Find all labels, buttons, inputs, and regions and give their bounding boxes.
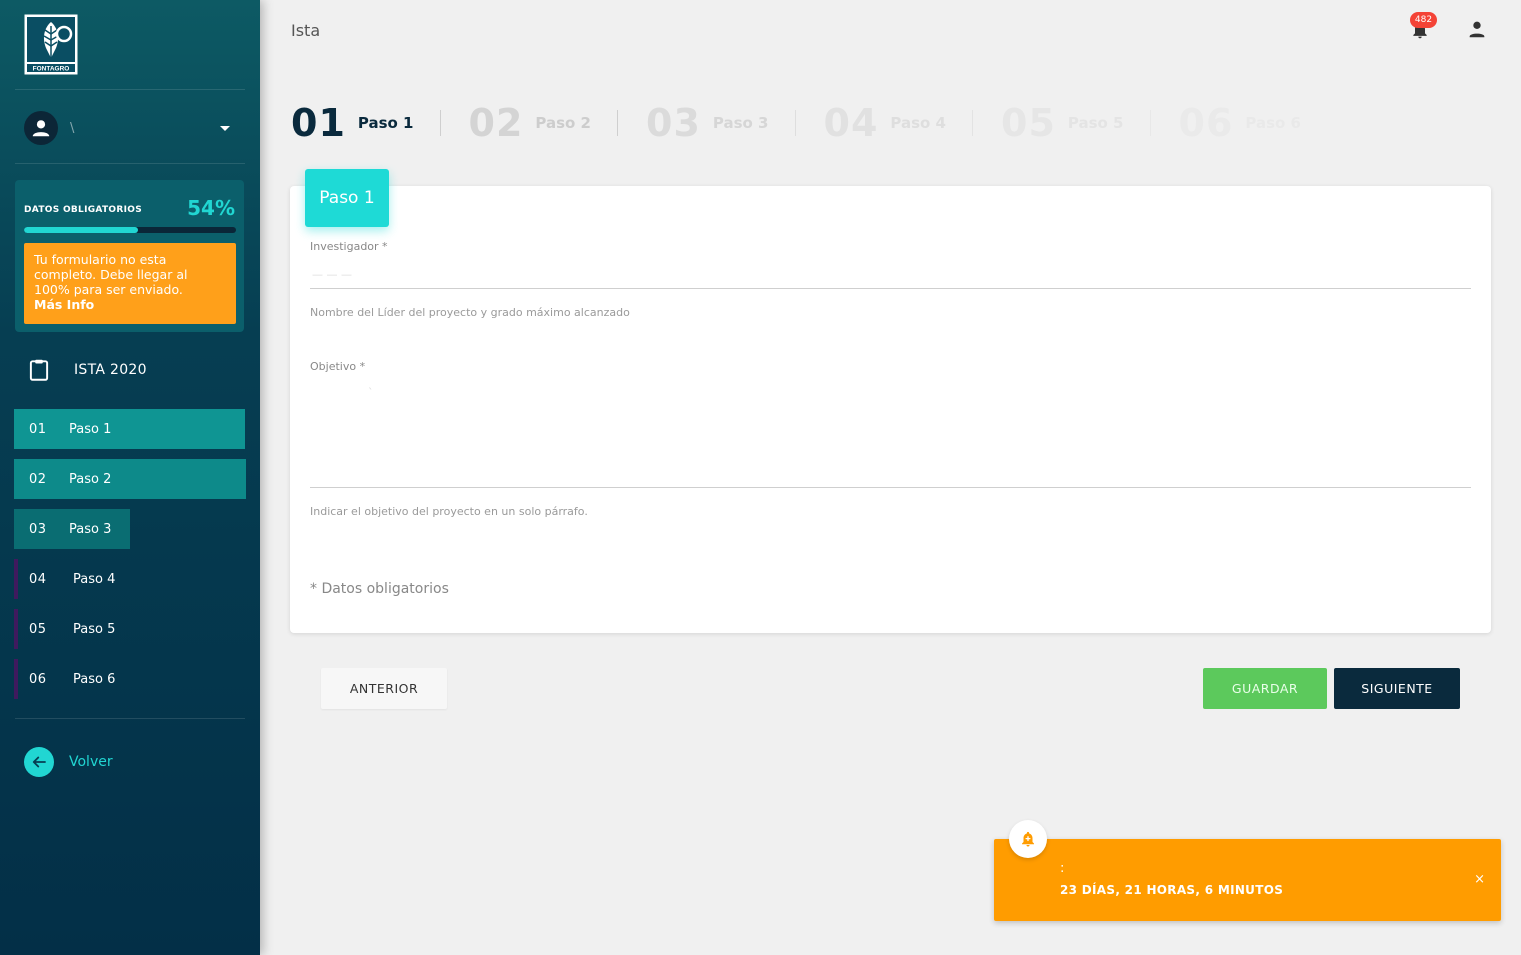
toast-message: 23 DÍAS, 21 HORAS, 6 MINUTOS	[1060, 883, 1284, 897]
deadline-toast: : 23 DÍAS, 21 HORAS, 6 MINUTOS ×	[994, 839, 1501, 921]
caret-down-icon[interactable]	[220, 125, 230, 131]
next-button[interactable]: SIGUIENTE	[1334, 668, 1460, 709]
stepper-step-1[interactable]: 01 Paso 1	[291, 101, 414, 145]
stepper-label: Paso 4	[890, 114, 946, 132]
sidebar-step-6[interactable]: 06 Paso 6	[14, 659, 214, 699]
project-label: ISTA 2020	[74, 362, 147, 378]
close-icon[interactable]: ×	[1474, 872, 1485, 887]
step-label: Paso 1	[69, 421, 112, 437]
more-info-link[interactable]: Más Info	[34, 297, 226, 312]
sidebar-step-2[interactable]: 02 Paso 2	[14, 459, 246, 499]
investigador-help: Nombre del Líder del proyecto y grado má…	[310, 306, 630, 319]
bell-plus-icon	[1009, 820, 1047, 858]
project-item[interactable]: ISTA 2020	[26, 357, 147, 383]
form-card	[290, 186, 1491, 633]
stepper-step-6[interactable]: 06 Paso 6	[1179, 101, 1302, 145]
stepper-step-4[interactable]: 04 Paso 4	[824, 101, 947, 145]
stepper-label: Paso 6	[1245, 114, 1301, 132]
page-title: Ista	[291, 21, 321, 40]
investigador-underline	[310, 288, 1471, 289]
warning-text: Tu formulario no esta completo. Debe lle…	[34, 252, 188, 297]
step-label: Paso 5	[73, 621, 116, 637]
stepper-label: Paso 3	[712, 114, 769, 132]
progress-bar-fill	[24, 227, 139, 233]
stepper-divider	[439, 110, 441, 136]
stepper-label: Paso 2	[535, 114, 591, 132]
stepper-number: 04	[823, 101, 879, 145]
sidebar-step-3[interactable]: 03 Paso 3	[14, 509, 130, 549]
stepper-step-3[interactable]: 03 Paso 3	[646, 101, 769, 145]
notification-badge: 482	[1410, 12, 1437, 28]
stepper-step-2[interactable]: 02 Paso 2	[469, 101, 592, 145]
objetivo-textarea[interactable]: `	[368, 386, 374, 399]
user-icon[interactable]	[1466, 18, 1488, 40]
required-note: * Datos obligatorios	[310, 581, 449, 597]
objetivo-label: Objetivo *	[310, 360, 366, 373]
sidebar-divider	[15, 89, 245, 90]
avatar	[24, 111, 58, 145]
form-card-tab: Paso 1	[305, 169, 389, 227]
fontagro-logo[interactable]: FONTAGRO	[24, 14, 78, 75]
step-label: Paso 4	[73, 571, 116, 587]
previous-button[interactable]: ANTERIOR	[321, 668, 447, 709]
step-label: Paso 2	[69, 471, 112, 487]
stepper-divider	[794, 110, 796, 136]
incomplete-warning: Tu formulario no esta completo. Debe lle…	[24, 243, 236, 324]
objetivo-help: Indicar el objetivo del proyecto en un s…	[310, 505, 588, 518]
investigador-input[interactable]: — — —	[312, 268, 352, 281]
progress-card: DATOS OBLIGATORIOS 54% Tu formulario no …	[15, 180, 244, 332]
step-number: 01	[29, 421, 47, 437]
sidebar-step-4[interactable]: 04 Paso 4	[14, 559, 214, 599]
sidebar-divider	[15, 718, 245, 719]
user-name: \	[70, 120, 75, 136]
stepper-divider	[972, 110, 973, 136]
objetivo-underline	[310, 487, 1471, 488]
step-label: Paso 6	[73, 671, 116, 687]
back-button[interactable]: Volver	[24, 747, 113, 777]
stepper-number: 02	[468, 101, 524, 145]
back-label: Volver	[69, 754, 113, 770]
step-number: 06	[29, 671, 47, 687]
user-menu[interactable]: \	[24, 110, 236, 146]
toast-title: :	[1060, 861, 1065, 876]
progress-label: DATOS OBLIGATORIOS	[24, 205, 142, 215]
save-button[interactable]: GUARDAR	[1203, 668, 1327, 709]
stepper-label: Paso 5	[1067, 114, 1124, 132]
user-avatar-icon	[32, 120, 50, 137]
step-number: 04	[29, 571, 47, 587]
step-label: Paso 3	[69, 521, 112, 537]
stepper-number: 05	[1001, 101, 1056, 145]
arrow-left-icon	[24, 747, 54, 777]
stepper-step-5[interactable]: 05 Paso 5	[1001, 101, 1124, 145]
stepper-number: 01	[291, 101, 346, 145]
sidebar-step-1[interactable]: 01 Paso 1	[14, 409, 245, 449]
sidebar-step-5[interactable]: 05 Paso 5	[14, 609, 214, 649]
investigador-label: Investigador *	[310, 240, 388, 253]
sidebar-divider	[15, 163, 245, 164]
progress-bar	[24, 227, 236, 233]
clipboard-icon	[29, 359, 49, 381]
stepper-label: Paso 1	[357, 114, 414, 132]
stepper-divider	[617, 110, 618, 136]
progress-percent: 54%	[187, 196, 235, 220]
step-number: 02	[29, 471, 47, 487]
stepper: 01 Paso 1 02 Paso 2 03 Paso 3 04 Paso 4 …	[291, 98, 1301, 148]
step-number: 05	[29, 621, 47, 637]
sidebar: FONTAGRO \ DATOS OBLIGATORIOS 54% Tu for…	[0, 0, 260, 955]
step-number: 03	[29, 521, 47, 537]
logo-text: FONTAGRO	[33, 66, 70, 73]
stepper-number: 06	[1178, 101, 1234, 145]
stepper-divider	[1149, 110, 1151, 136]
stepper-number: 03	[646, 101, 701, 145]
